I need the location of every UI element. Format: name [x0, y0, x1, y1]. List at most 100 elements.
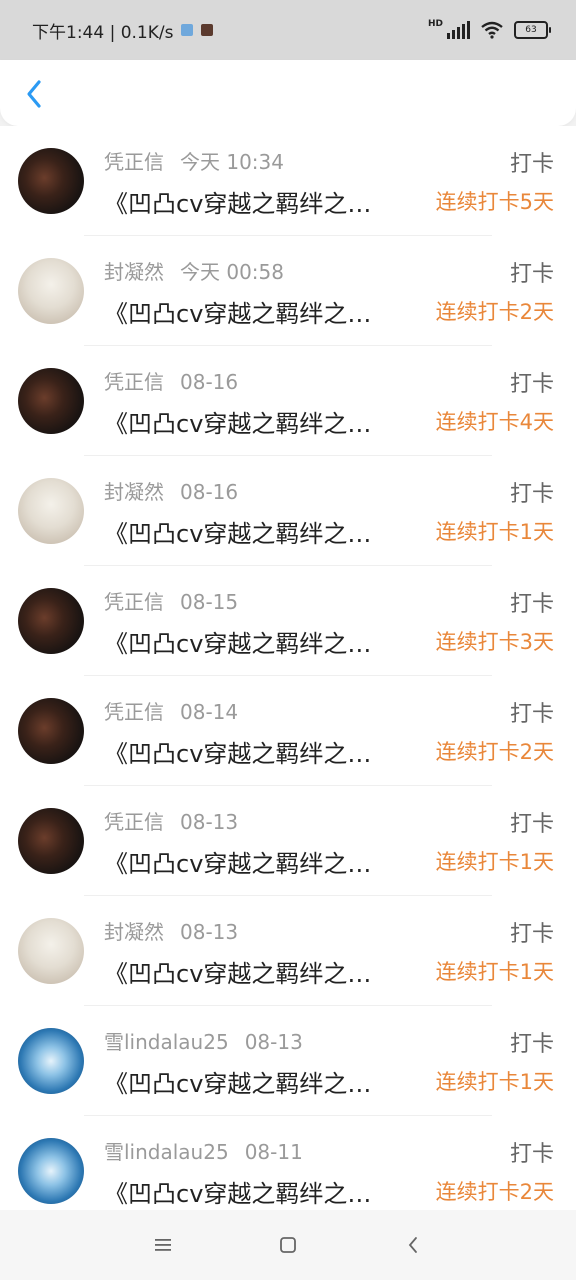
header: [0, 60, 576, 126]
entry-type: 打卡: [509, 592, 554, 617]
entry-streak: 连续打卡2天: [435, 300, 554, 324]
entry-streak: 连续打卡5天: [435, 190, 554, 214]
entry-title[interactable]: 《凹凸cv穿越之羁绊之…: [104, 1174, 422, 1209]
entry-meta: 雪lindalau25 08-11: [104, 1136, 303, 1165]
entry-type: 打卡: [509, 262, 554, 287]
entry-meta: 雪lindalau25 08-13: [104, 1026, 303, 1055]
signal-icon: [447, 21, 470, 39]
status-right: HD 63: [427, 19, 551, 39]
entry-user[interactable]: 封凝然: [104, 920, 164, 944]
entry-streak: 连续打卡1天: [435, 1070, 554, 1094]
entry-date: 08-15: [180, 590, 239, 614]
back-nav-button[interactable]: [393, 1225, 433, 1265]
avatar[interactable]: [18, 588, 84, 654]
entry-streak: 连续打卡4天: [435, 410, 554, 434]
avatar[interactable]: [18, 918, 84, 984]
entry-type: 打卡: [509, 702, 554, 727]
entry-streak: 连续打卡1天: [435, 520, 554, 544]
avatar[interactable]: [18, 1028, 84, 1094]
entry-date: 08-11: [244, 1140, 303, 1164]
entry-date: 08-13: [244, 1030, 303, 1054]
list-item[interactable]: 凭正信 今天 10:34 《凹凸cv穿越之羁绊之… 打卡 连续打卡5天: [0, 126, 576, 236]
entry-type: 打卡: [509, 1142, 554, 1167]
entry-user[interactable]: 凭正信: [104, 810, 164, 834]
entry-type: 打卡: [509, 372, 554, 397]
menu-button[interactable]: [143, 1225, 183, 1265]
list-item[interactable]: 封凝然 08-13 《凹凸cv穿越之羁绊之… 打卡 连续打卡1天: [0, 896, 576, 1006]
list-item[interactable]: 封凝然 今天 00:58 《凹凸cv穿越之羁绊之… 打卡 连续打卡2天: [0, 236, 576, 346]
status-time: 下午1:44 | 0.1K/s: [32, 22, 174, 43]
entry-meta: 凭正信 08-15: [104, 586, 238, 615]
list-item[interactable]: 凭正信 08-16 《凹凸cv穿越之羁绊之… 打卡 连续打卡4天: [0, 346, 576, 456]
entry-streak: 连续打卡2天: [435, 740, 554, 764]
entry-meta: 凭正信 今天 10:34: [104, 146, 284, 175]
system-nav-bar: [0, 1210, 576, 1280]
wifi-icon: [481, 21, 503, 39]
list-item[interactable]: 凭正信 08-13 《凹凸cv穿越之羁绊之… 打卡 连续打卡1天: [0, 786, 576, 896]
entry-date: 今天 10:34: [180, 150, 284, 174]
entry-title[interactable]: 《凹凸cv穿越之羁绊之…: [104, 404, 422, 439]
list-item[interactable]: 凭正信 08-15 《凹凸cv穿越之羁绊之… 打卡 连续打卡3天: [0, 566, 576, 676]
entry-date: 08-16: [180, 370, 239, 394]
entry-date: 今天 00:58: [180, 260, 284, 284]
home-button[interactable]: [268, 1225, 308, 1265]
entry-title[interactable]: 《凹凸cv穿越之羁绊之…: [104, 294, 422, 329]
entry-type: 打卡: [509, 922, 554, 947]
entry-title[interactable]: 《凹凸cv穿越之羁绊之…: [104, 844, 422, 879]
list-item[interactable]: 雪lindalau25 08-11 《凹凸cv穿越之羁绊之… 打卡 连续打卡2天: [0, 1116, 576, 1210]
app-notification-icon: [181, 24, 194, 36]
entry-title[interactable]: 《凹凸cv穿越之羁绊之…: [104, 514, 422, 549]
entry-streak: 连续打卡1天: [435, 850, 554, 874]
avatar[interactable]: [18, 1138, 84, 1204]
list-item[interactable]: 雪lindalau25 08-13 《凹凸cv穿越之羁绊之… 打卡 连续打卡1天: [0, 1006, 576, 1116]
app-notification-icon-2: [201, 24, 214, 36]
entry-user[interactable]: 雪lindalau25: [104, 1030, 229, 1054]
list-item[interactable]: 凭正信 08-14 《凹凸cv穿越之羁绊之… 打卡 连续打卡2天: [0, 676, 576, 786]
back-button[interactable]: [14, 72, 54, 116]
hd-label: HD: [427, 19, 443, 29]
menu-icon: [154, 1239, 171, 1251]
entry-meta: 凭正信 08-16: [104, 366, 238, 395]
list-item[interactable]: 封凝然 08-16 《凹凸cv穿越之羁绊之… 打卡 连续打卡1天: [0, 456, 576, 566]
avatar[interactable]: [18, 808, 84, 874]
entry-type: 打卡: [509, 152, 554, 177]
checkin-list: 凭正信 今天 10:34 《凹凸cv穿越之羁绊之… 打卡 连续打卡5天 封凝然 今天…: [0, 126, 576, 1210]
entry-meta: 凭正信 08-14: [104, 696, 238, 725]
avatar[interactable]: [18, 478, 84, 544]
entry-title[interactable]: 《凹凸cv穿越之羁绊之…: [104, 954, 422, 989]
entry-type: 打卡: [509, 1032, 554, 1057]
entry-user[interactable]: 凭正信: [104, 150, 164, 174]
entry-title[interactable]: 《凹凸cv穿越之羁绊之…: [104, 1064, 422, 1099]
entry-meta: 凭正信 08-13: [104, 806, 238, 835]
status-bar: 下午1:44 | 0.1K/s HD 63: [0, 0, 576, 60]
entry-streak: 连续打卡1天: [435, 960, 554, 984]
entry-streak: 连续打卡2天: [435, 1180, 554, 1204]
entry-meta: 封凝然 08-13: [104, 916, 238, 945]
avatar[interactable]: [18, 698, 84, 764]
entry-title[interactable]: 《凹凸cv穿越之羁绊之…: [104, 734, 422, 769]
entry-user[interactable]: 凭正信: [104, 590, 164, 614]
entry-date: 08-13: [180, 810, 239, 834]
battery-icon: 63: [514, 21, 551, 39]
entry-title[interactable]: 《凹凸cv穿越之羁绊之…: [104, 184, 422, 219]
entry-user[interactable]: 封凝然: [104, 480, 164, 504]
back-icon: [409, 1237, 418, 1253]
avatar[interactable]: [18, 148, 84, 214]
avatar[interactable]: [18, 258, 84, 324]
entry-type: 打卡: [509, 482, 554, 507]
home-icon: [280, 1237, 296, 1253]
entry-user[interactable]: 封凝然: [104, 260, 164, 284]
entry-date: 08-14: [180, 700, 239, 724]
entry-user[interactable]: 雪lindalau25: [104, 1140, 229, 1164]
entry-type: 打卡: [509, 812, 554, 837]
entry-meta: 封凝然 08-16: [104, 476, 238, 505]
entry-title[interactable]: 《凹凸cv穿越之羁绊之…: [104, 624, 422, 659]
entry-user[interactable]: 凭正信: [104, 700, 164, 724]
avatar[interactable]: [18, 368, 84, 434]
entry-user[interactable]: 凭正信: [104, 370, 164, 394]
entry-date: 08-13: [180, 920, 239, 944]
chevron-left-icon: [27, 80, 41, 108]
entry-meta: 封凝然 今天 00:58: [104, 256, 284, 285]
entry-date: 08-16: [180, 480, 239, 504]
status-left: 下午1:44 | 0.1K/s: [32, 18, 214, 43]
